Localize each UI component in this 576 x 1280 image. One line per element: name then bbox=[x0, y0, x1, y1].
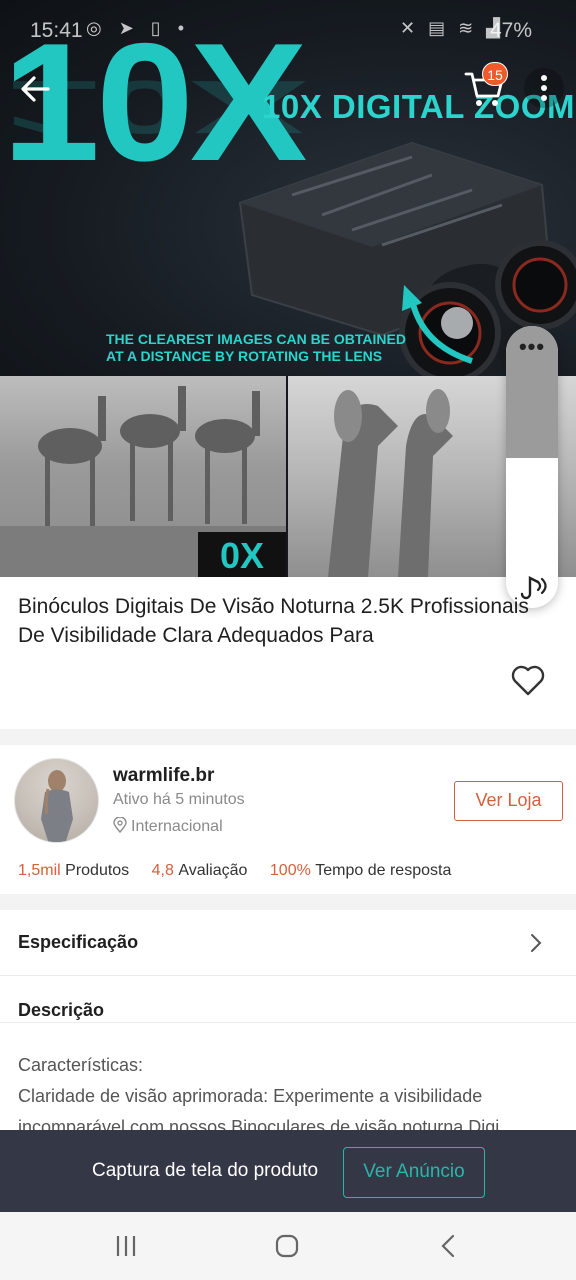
stat-response-time: 100% Tempo de resposta bbox=[269, 862, 452, 879]
specification-label: Especificação bbox=[18, 932, 139, 952]
description-divider bbox=[0, 1022, 576, 1023]
screenshot-banner: Captura de tela do produto Ver Anúncio bbox=[0, 1130, 576, 1212]
view-ad-button[interactable]: Ver Anúncio bbox=[343, 1147, 485, 1198]
system-icons: ✕ ▤ ≋ ▟ bbox=[400, 18, 505, 38]
system-nav-bar bbox=[0, 1212, 576, 1280]
shop-location-text: Internacional bbox=[131, 818, 223, 835]
shop-avatar[interactable] bbox=[14, 758, 99, 843]
floating-panel[interactable]: ••• bbox=[506, 326, 558, 608]
favorite-heart-icon[interactable] bbox=[510, 664, 546, 698]
product-title: Binóculos Digitais De Visão Noturna 2.5K… bbox=[18, 595, 529, 647]
shop-stats: 1,5mil Produtos 4,8 Avaliação 100% Tempo… bbox=[18, 862, 469, 880]
more-options-icon[interactable] bbox=[524, 68, 564, 108]
description-line: Claridade de visão aprimorada: Experimen… bbox=[18, 1086, 483, 1106]
status-bar: 15:41 ◎ ➤ ▯ • ✕ ▤ ≋ ▟ 47% bbox=[0, 0, 576, 60]
shop-name[interactable]: warmlife.br bbox=[113, 765, 214, 787]
battery-level: 47% bbox=[489, 19, 532, 42]
visit-store-button[interactable]: Ver Loja bbox=[454, 781, 563, 821]
section-divider bbox=[0, 729, 576, 745]
status-time: 15:41 bbox=[30, 19, 83, 42]
recent-apps-icon[interactable] bbox=[114, 1234, 138, 1258]
stat-products: 1,5mil Produtos bbox=[18, 862, 130, 879]
home-icon[interactable] bbox=[275, 1234, 299, 1258]
notification-icons: ◎ ➤ ▯ • bbox=[86, 18, 190, 38]
specification-row[interactable]: Especificação bbox=[0, 910, 576, 976]
nav-back-icon[interactable] bbox=[440, 1234, 456, 1258]
description-heading: Características: bbox=[18, 1055, 144, 1075]
description-label: Descrição bbox=[18, 1000, 105, 1020]
zoom-tag: 0X bbox=[198, 532, 286, 577]
banner-text: Captura de tela do produto bbox=[92, 1160, 319, 1181]
stat-rating: 4,8 Avaliação bbox=[151, 862, 248, 879]
cart-count-badge: 15 bbox=[482, 62, 508, 86]
shop-location: Internacional bbox=[113, 817, 223, 836]
chevron-right-icon bbox=[531, 934, 542, 952]
floating-menu-icon[interactable]: ••• bbox=[506, 334, 558, 360]
lens-caption: THE CLEAREST IMAGES CAN BE OBTAINED AT A… bbox=[106, 331, 406, 364]
shop-active-status: Ativo há 5 minutos bbox=[113, 791, 245, 808]
back-arrow-icon[interactable] bbox=[14, 68, 56, 110]
location-pin-icon bbox=[113, 817, 127, 833]
section-divider bbox=[0, 894, 576, 910]
